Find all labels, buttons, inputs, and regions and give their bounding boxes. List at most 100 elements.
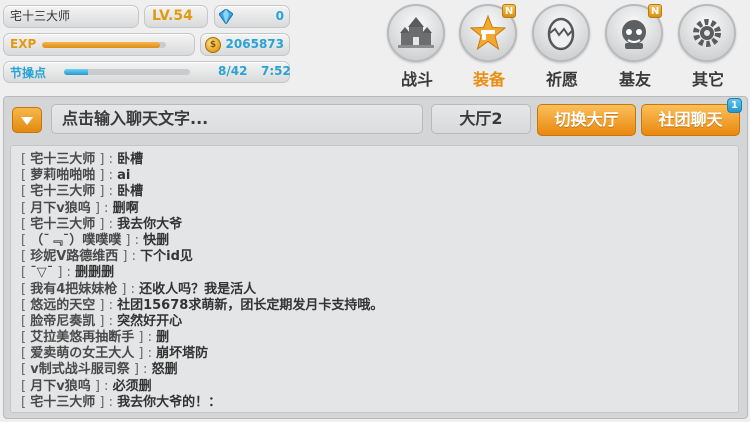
sender-name[interactable]: 珍妮V路德维西 (30, 249, 118, 264)
coin-box[interactable]: $ 2065873 (200, 33, 290, 56)
sender-name[interactable]: 月下v狼呜 (30, 379, 90, 394)
switch-hall-button[interactable]: 切换大厅 (537, 104, 636, 136)
chat-expand-button[interactable] (12, 107, 42, 133)
chat-message: [ 萝莉啪啪啪 ] : ai (21, 168, 383, 184)
nav-label: 战斗 (400, 70, 433, 89)
coin-icon: $ (205, 37, 221, 53)
chevron-down-icon (21, 117, 33, 125)
player-name-box: 宅十三大师 (3, 5, 139, 28)
sender-name[interactable]: v制式战斗服司祭 (30, 362, 129, 377)
chat-input[interactable]: 点击输入聊天文字... (51, 104, 423, 134)
chat-message: [ 宅十三大师 ] : 卧槽 (21, 152, 383, 168)
chat-message: [ 艾拉美悠再抽断手 ] : 删 (21, 330, 383, 346)
bracket-close: ] : (95, 152, 118, 167)
gem-box[interactable]: 0 (214, 5, 290, 28)
nav-wish[interactable]: 祈愿 (532, 4, 592, 92)
bracket-open: [ (21, 330, 31, 346)
message-list: [ 宅十三大师 ] : 卧槽[ 萝莉啪啪啪 ] : ai[ 宅十三大师 ] : … (21, 152, 383, 411)
bracket-open: [ (21, 362, 31, 378)
bracket-open: [ (21, 313, 31, 329)
sender-name[interactable]: 宅十三大师 (30, 217, 95, 232)
friend-icon (622, 20, 646, 49)
level-box: LV.54 (144, 5, 208, 28)
diamond-icon (219, 9, 233, 24)
sender-name[interactable]: ¯▽¯ (30, 265, 53, 280)
chat-message: [ v制式战斗服司祭 ] : 怒删 (21, 362, 383, 378)
bracket-open: [ (21, 281, 31, 297)
message-text: 快删 (143, 232, 170, 248)
sender-name[interactable]: 月下v狼呜 (30, 201, 90, 216)
new-badge: N (648, 4, 662, 18)
bracket-open: [ (21, 152, 31, 167)
message-text: ai (117, 168, 131, 184)
chat-messages[interactable]: [ 宅十三大师 ] : 卧槽[ 萝莉啪啪啪 ] : ai[ 宅十三大师 ] : … (10, 145, 739, 413)
stamina-box: 节操点 8/42 7:52 (3, 61, 291, 83)
bracket-close: ] : (95, 313, 118, 329)
bracket-close: ] : (129, 362, 152, 378)
bracket-close: ] : (53, 265, 76, 281)
exp-bar-fill (42, 42, 160, 48)
stamina-bar-fill (64, 69, 88, 75)
sender-name[interactable]: 宅十三大师 (30, 395, 95, 410)
guild-chat-button[interactable]: 社团聊天 (641, 104, 740, 136)
gem-count: 0 (275, 9, 284, 23)
bracket-close: ] : (117, 281, 140, 297)
bracket-open: [ (21, 249, 31, 265)
chat-message: [ （¯﹃¯）噗噗噗 ] : 快删 (21, 233, 383, 249)
message-text: 怒删 (151, 362, 178, 378)
nav-label: 装备 (472, 70, 505, 89)
chat-message: [ 爱卖萌の女王大人 ] : 崩坏塔防 (21, 346, 383, 362)
nav-label: 祈愿 (545, 70, 578, 89)
bracket-open: [ (21, 265, 31, 281)
message-text: 删删删 (75, 265, 115, 281)
bracket-close: ] : (134, 346, 157, 362)
bracket-close: ] : (95, 297, 118, 313)
chat-message: [ 月下v狼呜 ] : 删啊 (21, 201, 383, 217)
message-text: 社团15678求萌新，团长定期发月卡支持哦。 (117, 297, 384, 313)
sender-name[interactable]: 宅十三大师 (30, 152, 95, 167)
sender-name[interactable]: 我有4把妹妹枪 (30, 282, 117, 297)
message-text: 我去你大爷的！： (117, 394, 222, 410)
bracket-close: ] : (95, 394, 118, 410)
player-name: 宅十三大师 (10, 9, 71, 23)
bracket-open: [ (21, 346, 31, 362)
stamina-label: 节操点 (10, 66, 47, 80)
sender-name[interactable]: 悠远的天空 (30, 298, 95, 313)
message-text: 卧槽 (117, 152, 144, 167)
bracket-open: [ (21, 216, 31, 232)
stamina-bar (64, 69, 190, 75)
bracket-open: [ (21, 232, 31, 248)
guild-chat-badge: 1 (727, 98, 742, 113)
bracket-open: [ (21, 394, 31, 410)
message-text: 崩坏塔防 (156, 346, 209, 362)
nav-other[interactable]: 其它 (678, 4, 738, 92)
sender-name[interactable]: 萝莉啪啪啪 (30, 168, 95, 183)
sender-name[interactable]: 艾拉美悠再抽断手 (30, 330, 134, 345)
bracket-close: ] : (95, 184, 118, 200)
sender-name[interactable]: 爱卖萌の女王大人 (30, 346, 134, 361)
chat-message: [ 月下v狼呜 ] : 必须删 (21, 379, 383, 395)
sender-name[interactable]: 脸帝尼奏凯 (30, 314, 95, 329)
bracket-close: ] : (121, 232, 144, 248)
bracket-open: [ (21, 297, 31, 313)
channel-label: 大厅2 (431, 104, 531, 134)
new-badge: N (502, 4, 516, 18)
nav-equipment[interactable]: N 装备 (459, 4, 519, 92)
sender-name[interactable]: 宅十三大师 (30, 184, 95, 199)
nav-label: 基友 (618, 70, 651, 89)
star-gun-icon (470, 15, 506, 51)
gear-icon (693, 19, 721, 47)
nav-battle[interactable]: 战斗 (387, 4, 447, 92)
sender-name[interactable]: （¯﹃¯）噗噗噗 (30, 233, 121, 248)
player-level: LV.54 (152, 8, 193, 24)
bracket-close: ] : (90, 200, 113, 216)
message-text: 删 (156, 330, 170, 346)
message-text: 还收人吗？我是活人 (139, 281, 257, 297)
bracket-close: ] : (118, 249, 141, 265)
chat-message: [ 宅十三大师 ] : 我去你大爷 (21, 217, 383, 233)
bracket-close: ] : (90, 378, 113, 394)
castle-icon (398, 17, 434, 48)
message-text: 卧槽 (117, 184, 144, 200)
message-text: 删啊 (112, 200, 139, 216)
nav-friends[interactable]: N 基友 (605, 4, 665, 92)
